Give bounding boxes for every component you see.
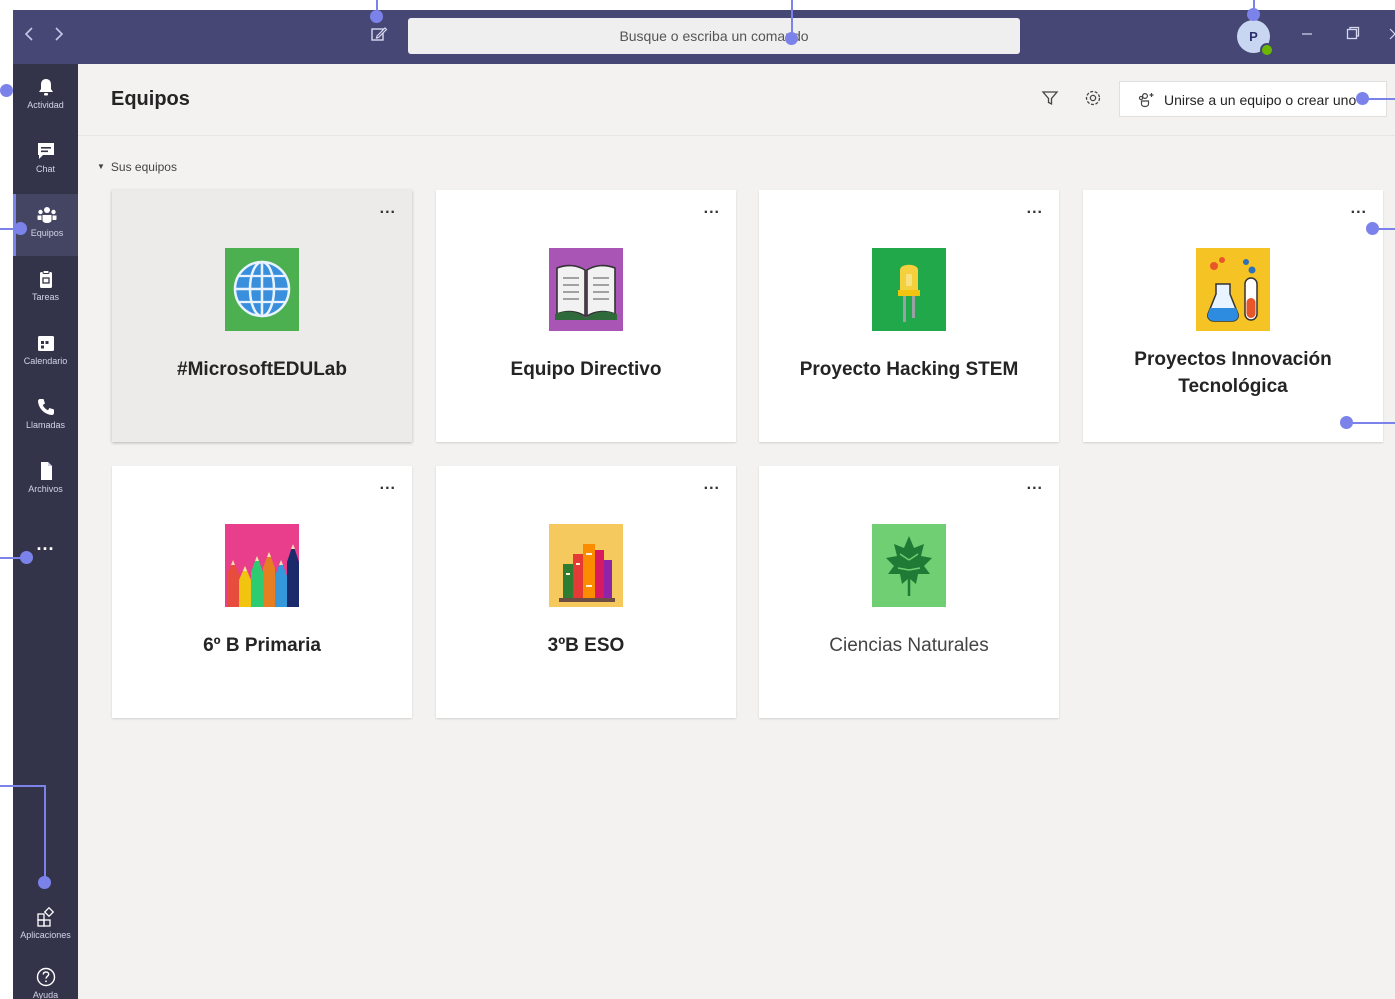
globe-icon (225, 248, 299, 331)
team-name: Ciencias Naturales (829, 635, 989, 656)
rail-label: Aplicaciones (20, 930, 71, 940)
books-icon (549, 524, 623, 607)
callout-line (791, 0, 793, 36)
rail-item-llamadas[interactable]: Llamadas (13, 386, 78, 448)
callout-marker (1366, 222, 1379, 235)
pencils-icon (225, 524, 299, 607)
restore-icon (1346, 26, 1360, 40)
more-options-icon[interactable]: ... (1351, 200, 1367, 218)
more-options-icon[interactable]: ... (704, 200, 720, 218)
presence-status-icon (1260, 43, 1274, 57)
callout-line (0, 785, 46, 787)
leaf-icon (872, 524, 946, 607)
callout-marker (38, 876, 51, 889)
callout-marker (785, 32, 798, 45)
back-button[interactable] (19, 23, 39, 49)
add-team-icon (1138, 92, 1154, 108)
lab-flask-icon (1196, 248, 1270, 331)
rail-label: Calendario (23, 356, 68, 366)
team-card[interactable]: ... Equipo Directivo (436, 190, 736, 442)
phone-icon (37, 399, 54, 415)
team-name: Equipo Directivo (510, 359, 662, 380)
chat-icon (37, 143, 54, 159)
title-bar: P (13, 10, 1395, 64)
manage-teams-button[interactable] (1083, 88, 1103, 108)
filter-button[interactable] (1040, 88, 1060, 108)
callout-marker (370, 10, 383, 23)
rail-item-actividad[interactable]: Actividad (13, 66, 78, 128)
bell-icon (38, 79, 53, 96)
rail-label: Archivos (28, 484, 63, 494)
teams-icon (37, 207, 57, 223)
team-name: 3ºB ESO (547, 635, 625, 656)
rail-item-ayuda[interactable]: Ayuda (13, 960, 78, 999)
team-card[interactable]: ... #MicrosoftEDULab (112, 190, 412, 442)
forward-button[interactable] (49, 23, 69, 49)
chevron-left-icon (24, 27, 33, 41)
rail-item-chat[interactable]: Chat (13, 130, 78, 192)
restore-button[interactable] (1341, 24, 1365, 48)
callout-line (1346, 422, 1395, 424)
callout-line (44, 785, 46, 881)
rail-label: Chat (35, 164, 55, 174)
team-name: Proyectos Innovación Tecnológica (1134, 349, 1332, 397)
caret-down-icon: ▼ (97, 162, 105, 171)
team-card[interactable]: ... 3ºB ESO (436, 466, 736, 718)
rail-label: Ayuda (32, 990, 59, 999)
callout-marker (14, 222, 27, 235)
rail-item-aplicaciones[interactable]: Aplicaciones (13, 896, 78, 958)
calendar-icon (37, 336, 54, 351)
rail-item-archivos[interactable]: Archivos (13, 450, 78, 512)
minimize-button[interactable] (1295, 24, 1319, 48)
more-options-icon[interactable]: ... (704, 476, 720, 494)
more-options-icon[interactable]: ... (380, 476, 396, 494)
team-name: #MicrosoftEDULab (177, 359, 347, 380)
assignments-icon (39, 270, 52, 288)
more-options-icon[interactable]: ... (1027, 200, 1043, 218)
team-card[interactable]: ... Proyecto Hacking STEM (759, 190, 1059, 442)
your-teams-toggle[interactable]: ▼ Sus equipos (97, 160, 177, 174)
rail-label: Tareas (31, 292, 59, 302)
team-name: 6º B Primaria (203, 635, 321, 656)
page-header: Equipos Unirse a un equipo o crear uno (78, 64, 1395, 136)
team-card[interactable]: ... Ciencias Naturales (759, 466, 1059, 718)
team-card[interactable]: ... Proyectos Innovación Tecnológica (1083, 190, 1383, 442)
minimize-icon (1302, 33, 1312, 35)
callout-marker (1247, 8, 1260, 21)
team-card[interactable]: ... 6º B Primaria (112, 466, 412, 718)
callout-marker (20, 551, 33, 564)
compose-icon (371, 27, 388, 41)
page-title: Equipos (111, 88, 190, 110)
led-icon (872, 248, 946, 331)
team-name: Proyecto Hacking STEM (799, 359, 1019, 380)
join-or-create-team-button[interactable]: Unirse a un equipo o crear uno (1119, 81, 1387, 117)
gear-icon (1085, 90, 1101, 106)
more-icon: ... (36, 534, 55, 554)
chevron-right-icon (55, 27, 64, 41)
rail-label: Llamadas (25, 420, 66, 430)
more-options-icon[interactable]: ... (380, 200, 396, 218)
book-icon (549, 248, 623, 331)
rail-item-tareas[interactable]: Tareas (13, 258, 78, 320)
teams-window: P Actividad Chat (13, 10, 1395, 999)
callout-marker (1340, 416, 1353, 429)
close-button[interactable] (1383, 24, 1395, 48)
file-icon (40, 462, 52, 480)
join-button-label: Unirse a un equipo o crear uno (1164, 92, 1357, 108)
rail-item-calendario[interactable]: Calendario (13, 322, 78, 384)
filter-icon (1041, 91, 1059, 106)
close-icon (1389, 28, 1395, 40)
more-options-icon[interactable]: ... (1027, 476, 1043, 494)
new-chat-button[interactable] (369, 24, 389, 48)
apps-icon (36, 906, 54, 927)
help-icon (36, 967, 55, 987)
callout-marker (0, 84, 13, 97)
rail-label: Actividad (27, 100, 64, 110)
section-label: Sus equipos (110, 160, 177, 174)
callout-marker (1356, 92, 1369, 105)
search-input[interactable] (408, 18, 1020, 54)
